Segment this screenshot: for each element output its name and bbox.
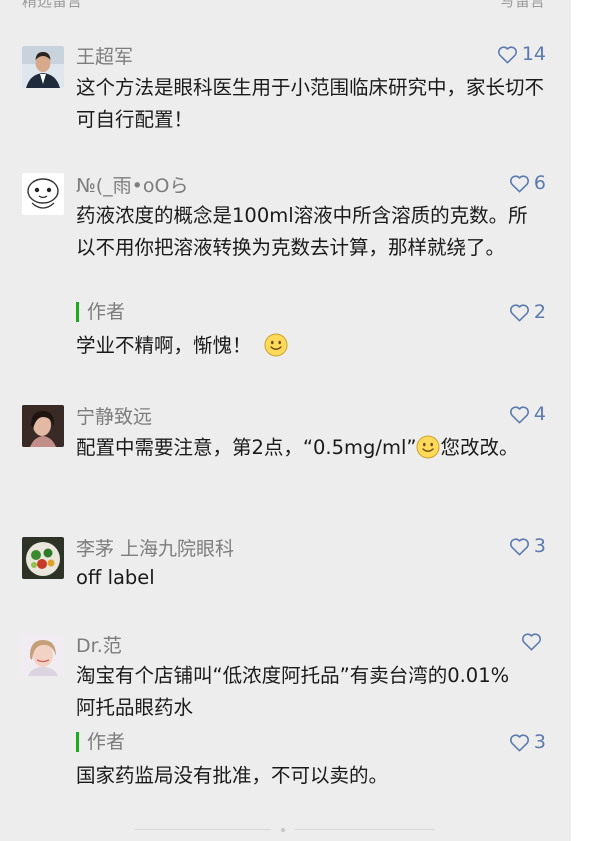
avatar-food-salad-icon [22, 537, 64, 579]
like-count: 3 [533, 731, 546, 753]
comment-text-before: 配置中需要注意，第2点，“0.5mg/ml” [76, 436, 417, 459]
avatar-woman-photo-icon [22, 405, 64, 447]
comment-nickname[interactable]: 宁静致远 [76, 402, 152, 429]
like-count: 6 [533, 172, 546, 194]
reply-like-button[interactable]: 2 [509, 301, 546, 323]
comments-page: 精选留言 写留言 王超军 14 这个方法是眼科医生用于小范围临床研究中，家长切不… [0, 0, 571, 841]
right-gutter [571, 0, 591, 841]
header-fragment-right[interactable]: 写留言 [500, 0, 545, 8]
like-button[interactable]: 14 [497, 43, 546, 65]
author-label: 作者 [76, 732, 125, 752]
like-count: 2 [533, 301, 546, 323]
like-button[interactable]: 3 [509, 535, 546, 557]
divider-dot [281, 828, 285, 832]
reply-text-content: 学业不精啊，惭愧！ [76, 334, 252, 357]
header-fragment-left: 精选留言 [22, 0, 82, 8]
avatar-woman-portrait-icon [22, 634, 64, 676]
comment-nickname[interactable]: №(_雨•oOら [76, 171, 188, 198]
comment-nickname[interactable]: 王超军 [76, 42, 133, 69]
reply-text: 学业不精啊，惭愧！ [76, 330, 546, 362]
reply-like-button[interactable]: 3 [509, 731, 546, 753]
heart-icon [509, 733, 529, 751]
like-count: 3 [533, 535, 546, 557]
comment-text: 淘宝有个店铺叫“低浓度阿托品”有卖台湾的0.01%阿托品眼药水 [76, 664, 510, 719]
heart-icon [509, 537, 529, 555]
heart-icon [522, 633, 541, 651]
avatar-man-suit-icon [22, 46, 64, 88]
comment-nickname[interactable]: 李茅 上海九院眼科 [76, 534, 234, 561]
comment-text: 药液浓度的概念是100ml溶液中所含溶质的克数。所以不用你把溶液转换为克数去计算… [76, 204, 528, 259]
avatar[interactable] [22, 405, 64, 447]
like-count: 4 [533, 403, 546, 425]
heart-icon [509, 174, 529, 192]
comment-nickname[interactable]: Dr.范 [76, 631, 122, 658]
smile-emoji-icon [264, 333, 288, 357]
comment-text: 配置中需要注意，第2点，“0.5mg/ml” 您改改。 [76, 432, 546, 464]
smile-emoji-icon [416, 435, 440, 459]
bottom-divider [135, 828, 435, 832]
like-count: 14 [521, 43, 546, 65]
reply-text: 国家药监局没有批准，不可以卖的。 [76, 764, 389, 787]
like-button[interactable]: 4 [509, 403, 546, 425]
comment-text-after: 您改改。 [440, 436, 519, 459]
avatar[interactable] [22, 537, 64, 579]
comment-text: off label [76, 566, 155, 589]
avatar[interactable] [22, 634, 64, 676]
heart-icon [509, 405, 529, 423]
avatar-cartoon-face-icon [22, 173, 64, 215]
author-label: 作者 [76, 302, 125, 322]
like-button[interactable] [521, 632, 546, 651]
heart-icon [497, 45, 517, 63]
avatar[interactable] [22, 46, 64, 88]
header-fragment: 精选留言 写留言 [0, 0, 571, 8]
like-button[interactable]: 6 [509, 172, 546, 194]
heart-icon [509, 303, 529, 321]
comment-text: 这个方法是眼科医生用于小范围临床研究中，家长切不可自行配置！ [76, 76, 545, 131]
avatar[interactable] [22, 173, 64, 215]
